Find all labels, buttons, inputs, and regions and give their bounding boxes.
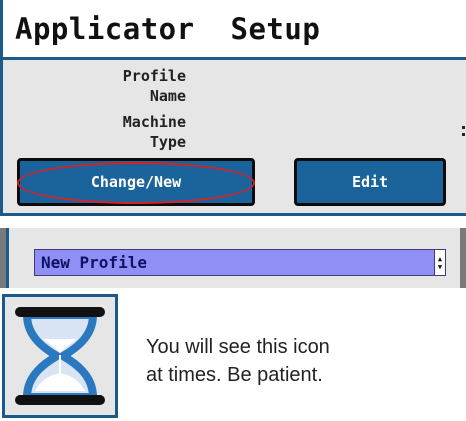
machine-type-label-line1: Machine [122, 113, 186, 131]
spinner-down-icon[interactable]: ▼ [438, 263, 442, 271]
profile-name-label-line1: Profile [122, 67, 186, 85]
edit-button[interactable]: Edit [294, 158, 446, 206]
title-bar: Applicator Setup [3, 0, 466, 60]
change-new-button[interactable]: Change/New [17, 158, 255, 206]
spinner-arrows-icon[interactable]: ▲ ▼ [434, 250, 445, 275]
page-title: Applicator Setup [15, 12, 321, 46]
tip-text-line1: You will see this icon [146, 336, 330, 358]
value-edge-mark [462, 126, 465, 129]
profile-select[interactable]: New Profile ▲ ▼ [34, 249, 446, 276]
machine-type-label-line2: Type [149, 133, 186, 151]
hourglass-icon-box [2, 294, 118, 418]
spinner-up-icon[interactable]: ▲ [438, 255, 442, 263]
applicator-setup-panel: Applicator Setup Profile Name Machine Ty… [0, 0, 466, 216]
hourglass-icon [15, 307, 105, 405]
profile-name-label-line2: Name [149, 87, 186, 105]
profile-selector-panel: New Profile ▲ ▼ [0, 228, 466, 288]
value-edge-mark [462, 133, 465, 136]
profile-select-value: New Profile [41, 253, 147, 272]
tip-text-line2: at times. Be patient. [146, 364, 323, 386]
